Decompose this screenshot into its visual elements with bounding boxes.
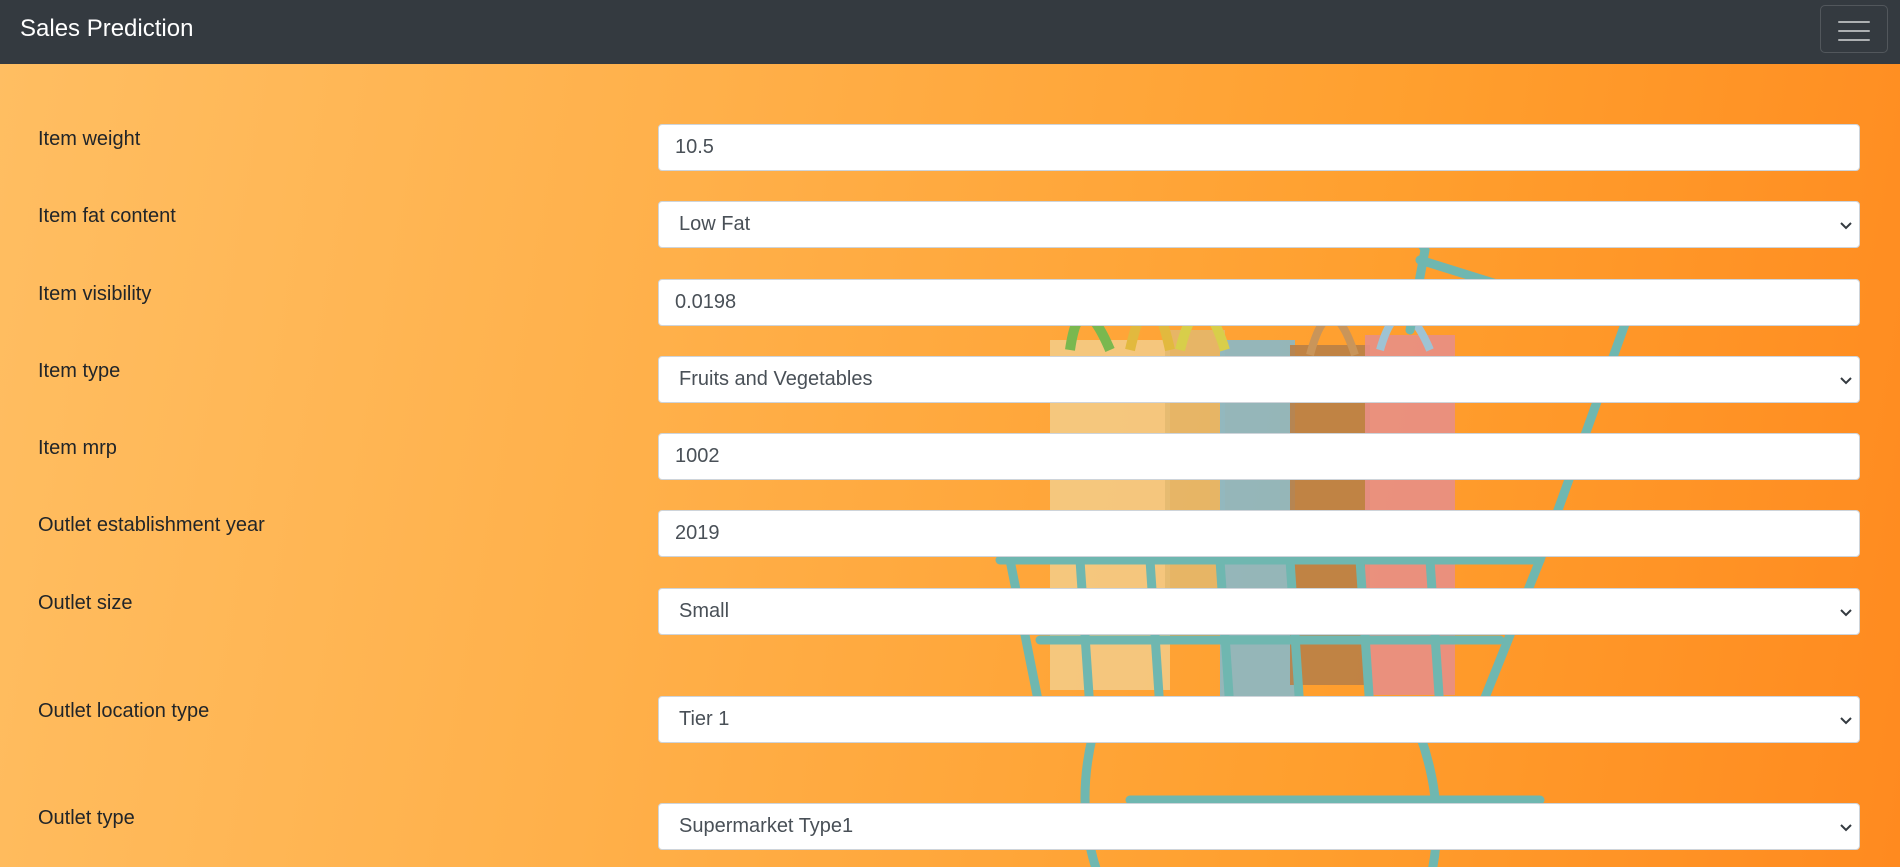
item-fat-content-select[interactable]: Low Fat [658,201,1860,248]
outlet-location-type-select[interactable]: Tier 1 [658,696,1860,743]
chevron-down-icon [1840,377,1852,385]
item-type-select[interactable]: Fruits and Vegetables [658,356,1860,403]
item-type-selected: Fruits and Vegetables [679,368,873,390]
item-mrp-label: Item mrp [38,437,117,459]
outlet-size-select[interactable]: Small [658,588,1860,635]
top-navbar: Sales Prediction [0,0,1900,64]
item-visibility-label: Item visibility [38,283,152,305]
outlet-establishment-year-label: Outlet establishment year [38,514,265,536]
item-fat-content-label: Item fat content [38,205,176,227]
chevron-down-icon [1840,222,1852,230]
outlet-location-type-selected: Tier 1 [679,708,730,730]
chevron-down-icon [1840,609,1852,617]
outlet-size-selected: Small [679,600,730,622]
item-weight-input[interactable]: 10.5 [658,124,1860,171]
outlet-size-label: Outlet size [38,592,133,614]
chevron-down-icon [1840,824,1852,832]
outlet-type-select[interactable]: Supermarket Type1 [658,803,1860,850]
chevron-down-icon [1840,717,1852,725]
navbar-toggle-button[interactable] [1820,5,1888,53]
hamburger-menu-icon [1838,19,1870,41]
item-mrp-input[interactable]: 1002 [658,433,1860,480]
navbar-brand[interactable]: Sales Prediction [20,14,193,44]
outlet-location-type-label: Outlet location type [38,700,210,722]
item-fat-content-selected: Low Fat [679,213,751,235]
item-visibility-input[interactable]: 0.0198 [658,279,1860,326]
outlet-type-selected: Supermarket Type1 [679,815,854,837]
outlet-establishment-year-input[interactable]: 2019 [658,510,1860,557]
item-weight-label: Item weight [38,128,141,150]
outlet-type-label: Outlet type [38,807,135,829]
item-type-label: Item type [38,360,121,382]
